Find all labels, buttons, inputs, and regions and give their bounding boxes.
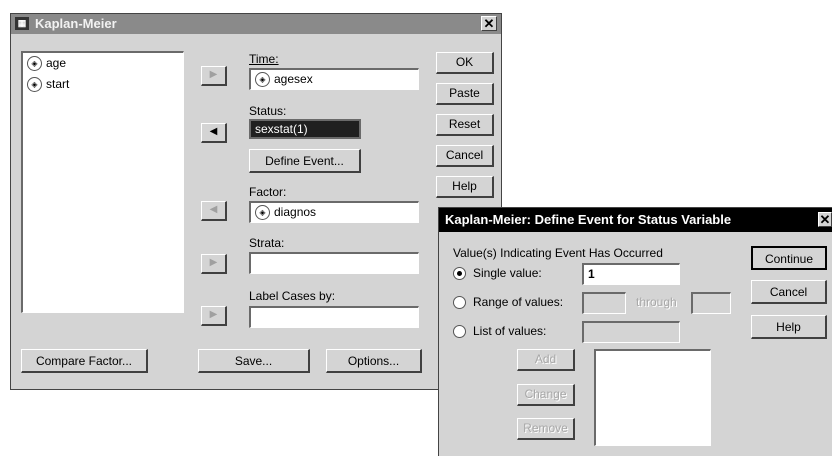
close-icon[interactable]: ✕ — [481, 16, 497, 31]
dialog-cancel-button[interactable]: Cancel — [751, 280, 827, 304]
compare-factor-button[interactable]: Compare Factor... — [21, 349, 148, 373]
label-cases-move-arrow-icon[interactable]: ▶ — [201, 306, 227, 326]
list-item[interactable]: ◈ start — [23, 77, 183, 95]
strata-move-arrow-icon[interactable]: ▶ — [201, 254, 227, 274]
single-value-radio[interactable] — [453, 267, 466, 280]
options-button[interactable]: Options... — [326, 349, 422, 373]
label-cases-label: Label Cases by: — [249, 289, 336, 303]
ok-button[interactable]: OK — [436, 52, 494, 74]
single-value-field[interactable]: 1 — [582, 263, 680, 285]
dialog-title: Kaplan-Meier: Define Event for Status Va… — [445, 212, 732, 227]
status-move-arrow-icon[interactable]: ◀ — [201, 123, 227, 143]
reset-button[interactable]: Reset — [436, 114, 494, 136]
remove-button[interactable]: Remove — [517, 418, 575, 440]
time-label: Time: — [249, 52, 279, 66]
through-label: through — [636, 295, 677, 309]
list-value-field[interactable] — [582, 321, 680, 343]
dialog-help-button[interactable]: Help — [751, 315, 827, 339]
define-event-button[interactable]: Define Event... — [249, 149, 361, 173]
app-icon: ▦ — [15, 17, 29, 30]
help-button[interactable]: Help — [436, 176, 494, 198]
scale-variable-icon: ◈ — [255, 205, 270, 221]
range-from-field[interactable] — [582, 292, 626, 314]
scale-variable-icon: ◈ — [27, 77, 42, 93]
change-button[interactable]: Change — [517, 384, 575, 406]
scale-variable-icon: ◈ — [27, 56, 42, 72]
dialog-title-bar: Kaplan-Meier: Define Event for Status Va… — [439, 208, 832, 232]
strata-field[interactable] — [249, 252, 419, 274]
cancel-button[interactable]: Cancel — [436, 145, 494, 167]
kaplan-meier-window: ▦ Kaplan-Meier ✕ ◈ age ◈ start ▶ ◀ ◀ ▶ ▶ T… — [10, 13, 502, 390]
scale-variable-icon: ◈ — [255, 72, 270, 88]
label-cases-field[interactable] — [249, 306, 419, 328]
add-button[interactable]: Add — [517, 349, 575, 371]
factor-field[interactable]: ◈ diagnos — [249, 201, 419, 223]
factor-move-arrow-icon[interactable]: ◀ — [201, 201, 227, 221]
time-move-arrow-icon[interactable]: ▶ — [201, 66, 227, 86]
values-list[interactable] — [594, 349, 711, 446]
range-to-field[interactable] — [691, 292, 731, 314]
list-values-radio[interactable] — [453, 325, 466, 338]
list-values-label: List of values: — [473, 324, 547, 338]
title-bar: ▦ Kaplan-Meier ✕ — [11, 14, 501, 34]
window-title: Kaplan-Meier — [35, 16, 117, 31]
strata-label: Strata: — [249, 236, 285, 250]
event-group-label: Value(s) Indicating Event Has Occurred — [453, 246, 663, 260]
factor-label: Factor: — [249, 185, 287, 199]
define-event-dialog: Kaplan-Meier: Define Event for Status Va… — [438, 207, 832, 456]
continue-button[interactable]: Continue — [751, 246, 827, 270]
save-button[interactable]: Save... — [198, 349, 310, 373]
status-field[interactable]: sexstat(1) — [249, 119, 361, 139]
source-variable-list[interactable]: ◈ age ◈ start — [21, 51, 184, 313]
time-field[interactable]: ◈ agesex — [249, 68, 419, 90]
paste-button[interactable]: Paste — [436, 83, 494, 105]
range-values-radio[interactable] — [453, 296, 466, 309]
range-values-label: Range of values: — [473, 295, 564, 309]
single-value-label: Single value: — [473, 266, 542, 280]
close-icon[interactable]: ✕ — [818, 212, 832, 227]
list-item[interactable]: ◈ age — [23, 53, 183, 77]
status-label: Status: — [249, 104, 287, 118]
